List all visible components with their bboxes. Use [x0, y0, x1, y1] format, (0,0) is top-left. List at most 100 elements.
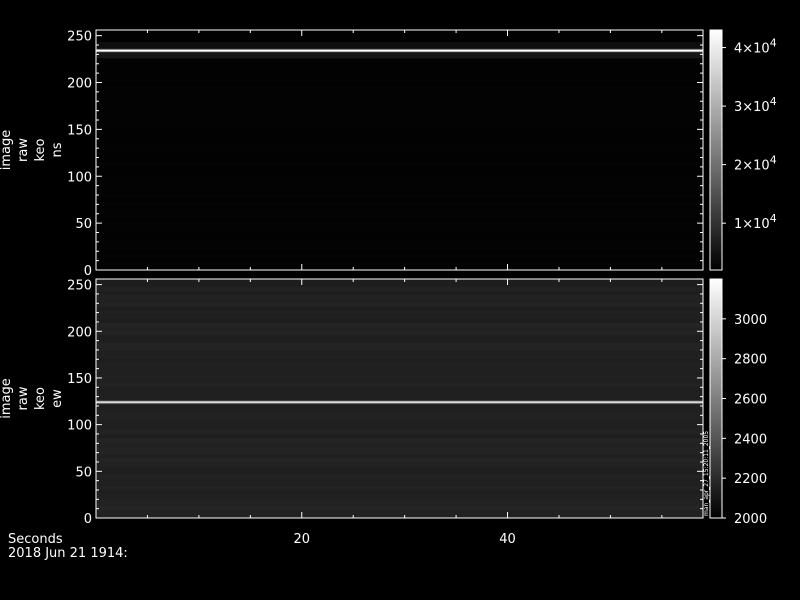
texture-row [96, 134, 703, 138]
texture-row [96, 94, 703, 98]
texture-row [96, 178, 703, 182]
texture-row [96, 314, 703, 319]
texture-row [96, 166, 703, 170]
texture-row [96, 446, 703, 451]
texture-row [96, 466, 703, 471]
y-axis-label-line: keo [33, 138, 48, 161]
texture-row [96, 414, 703, 419]
colorbar-tick-label: 2400 [734, 432, 767, 447]
texture-row [96, 34, 703, 38]
feature-line [96, 49, 703, 52]
texture-row [96, 58, 703, 62]
keogram-figure: 050100150200250image raw keo ns1×1042×1043×… [0, 29, 777, 561]
colorbar-tick-label: 2×104 [734, 154, 777, 174]
texture-row [96, 162, 703, 166]
texture-row [96, 358, 703, 363]
texture-row [96, 366, 703, 371]
texture-row [96, 78, 703, 82]
texture-row [96, 486, 703, 491]
texture-row [96, 254, 703, 258]
y-tick-label: 100 [67, 419, 92, 434]
texture-row [96, 278, 703, 283]
texture-row [96, 430, 703, 435]
texture-row [96, 462, 703, 467]
texture-row [96, 322, 703, 327]
image-texture [96, 30, 703, 270]
y-axis-label-line: raw [16, 386, 31, 410]
texture-row [96, 74, 703, 78]
texture-row [96, 494, 703, 499]
texture-row [96, 30, 703, 34]
texture-row [96, 250, 703, 254]
y-tick-label: 200 [67, 325, 92, 340]
colorbar-tick-label: 2200 [734, 472, 767, 487]
texture-row [96, 186, 703, 190]
texture-row [96, 342, 703, 347]
texture-row [96, 362, 703, 367]
texture-row [96, 302, 703, 307]
texture-row [96, 190, 703, 194]
texture-row [96, 262, 703, 266]
x-tick-label: 40 [499, 532, 516, 547]
texture-row [96, 154, 703, 158]
feature-line [96, 401, 703, 404]
y-axis-label-line: image [0, 130, 14, 171]
texture-row [96, 310, 703, 315]
texture-row [96, 174, 703, 178]
colorbar-tick-label: 2800 [734, 353, 767, 368]
texture-row [96, 246, 703, 250]
texture-row [96, 214, 703, 218]
texture-row [96, 450, 703, 455]
texture-row [96, 506, 703, 511]
y-tick-label: 50 [75, 465, 92, 480]
texture-row [96, 374, 703, 379]
texture-row [96, 294, 703, 299]
texture-row [96, 434, 703, 439]
texture-row [96, 218, 703, 222]
texture-row [96, 490, 703, 495]
texture-row [96, 234, 703, 238]
texture-row [96, 238, 703, 242]
y-tick-label: 100 [67, 170, 92, 185]
texture-row [96, 230, 703, 234]
texture-row [96, 350, 703, 355]
texture-row [96, 158, 703, 162]
texture-row [96, 422, 703, 427]
texture-row [96, 118, 703, 122]
y-tick-label: 0 [84, 512, 92, 527]
texture-row [96, 282, 703, 287]
texture-row [96, 150, 703, 154]
texture-row [96, 146, 703, 150]
x-tick-label: 20 [293, 532, 310, 547]
texture-row [96, 354, 703, 359]
texture-row [96, 106, 703, 110]
y-tick-label: 50 [75, 217, 92, 232]
texture-row [96, 130, 703, 134]
panel-2: 0 50 100 150 200 250 20 40 image raw keo ew 2000 2200… [0, 278, 767, 547]
texture-row [96, 442, 703, 447]
texture-row [96, 202, 703, 206]
colorbar [709, 29, 723, 271]
y-axis-label-line: keo [33, 387, 48, 410]
texture-row [96, 426, 703, 431]
texture-row [96, 266, 703, 270]
texture-row [96, 390, 703, 395]
y-axis-label-line: ns [50, 142, 65, 157]
y-tick-label: 200 [67, 77, 92, 92]
feature-band [96, 42, 703, 48]
texture-row [96, 90, 703, 94]
y-tick-label: 0 [84, 264, 92, 279]
texture-row [96, 102, 703, 106]
texture-row [96, 498, 703, 503]
y-tick-label: 150 [67, 372, 92, 387]
texture-row [96, 454, 703, 459]
texture-row [96, 194, 703, 198]
texture-row [96, 510, 703, 515]
texture-row [96, 122, 703, 126]
texture-row [96, 502, 703, 507]
texture-row [96, 170, 703, 174]
texture-row [96, 198, 703, 202]
colorbar-tick-label: 1×104 [734, 212, 777, 232]
texture-row [96, 182, 703, 186]
texture-row [96, 478, 703, 483]
